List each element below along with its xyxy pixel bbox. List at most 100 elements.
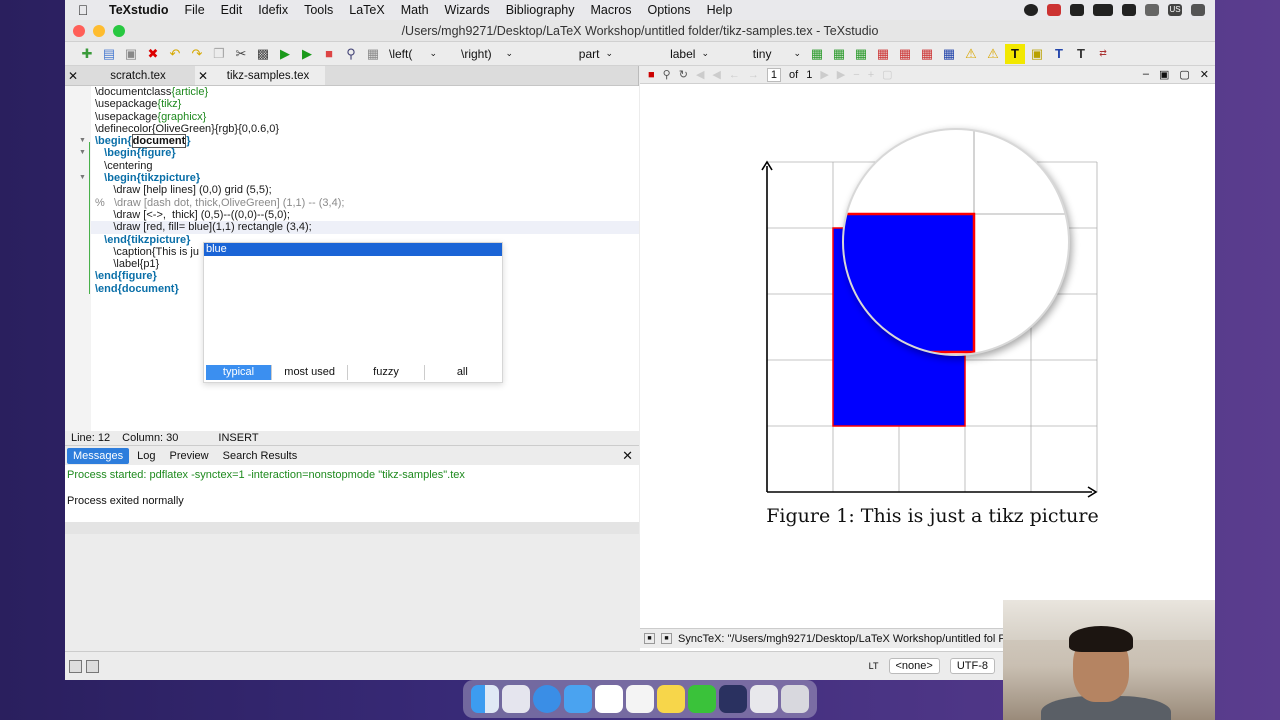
prev-page-icon[interactable]: ◀ xyxy=(712,68,720,81)
new-file-icon[interactable]: ✚ xyxy=(77,44,97,64)
autocomplete-tab-all[interactable]: all xyxy=(425,365,500,380)
open-file-icon[interactable]: ▤ xyxy=(99,44,119,64)
structure-toggle-icon[interactable] xyxy=(69,659,82,673)
documents-icon[interactable] xyxy=(750,685,779,713)
tab-log[interactable]: Log xyxy=(131,448,161,464)
menu-math[interactable]: Math xyxy=(393,3,437,17)
build-view-icon[interactable]: ▶ xyxy=(275,44,295,64)
close-file-icon[interactable]: ✖ xyxy=(143,44,163,64)
redo-icon[interactable]: ↷ xyxy=(187,44,207,64)
cut-icon[interactable]: ✂ xyxy=(231,44,251,64)
tab-search-results[interactable]: Search Results xyxy=(217,448,304,464)
menu-tools[interactable]: Tools xyxy=(296,3,341,17)
undo-icon[interactable]: ↶ xyxy=(165,44,185,64)
menu-macros[interactable]: Macros xyxy=(582,3,639,17)
back-icon[interactable]: ← xyxy=(729,69,740,81)
reminders-icon[interactable] xyxy=(625,685,654,713)
close-tab-icon[interactable]: ✕ xyxy=(65,69,81,83)
menu-edit[interactable]: Edit xyxy=(213,3,251,17)
forward-icon[interactable]: → xyxy=(748,69,759,81)
right-delimiter-dropdown[interactable]: \right) ⌄ xyxy=(457,44,517,64)
close-icon[interactable]: ✕ xyxy=(1200,68,1209,81)
mail-icon[interactable] xyxy=(563,685,592,713)
view-pdf-icon[interactable]: ⚲ xyxy=(341,44,361,64)
facetime-icon[interactable] xyxy=(688,685,717,713)
minimize-icon[interactable]: – xyxy=(1143,68,1149,81)
trash-icon[interactable] xyxy=(781,685,810,713)
tab-messages[interactable]: Messages xyxy=(67,447,130,464)
fold-marker-icon[interactable]: ▼ xyxy=(79,149,86,156)
autocomplete-tab-most-used[interactable]: most used xyxy=(272,365,349,380)
italic-icon[interactable]: T xyxy=(1049,44,1069,64)
warning-list-icon[interactable]: ⚠ xyxy=(983,44,1003,64)
fold-marker-icon[interactable]: ▼ xyxy=(79,174,86,181)
fit-icon[interactable]: ▢ xyxy=(882,68,892,81)
reference-dropdown[interactable]: label ⌄ xyxy=(625,44,713,64)
next-page-icon[interactable]: ▶ xyxy=(820,68,828,81)
comment-icon[interactable]: ▣ xyxy=(1027,44,1047,64)
typewriter-icon[interactable]: T xyxy=(1071,44,1091,64)
menu-idefix[interactable]: Idefix xyxy=(250,3,296,17)
font-size-dropdown[interactable]: tiny ⌄ xyxy=(721,44,805,64)
maximize-icon[interactable]: ▢ xyxy=(1179,68,1189,81)
refresh-icon[interactable]: ↻ xyxy=(679,68,688,81)
fold-marker-icon[interactable]: ▼ xyxy=(79,137,86,144)
messages-toggle-icon[interactable] xyxy=(86,659,99,673)
texstudio-icon[interactable] xyxy=(719,685,748,713)
apple-icon[interactable]:  xyxy=(65,2,101,18)
autocomplete-tab-fuzzy[interactable]: fuzzy xyxy=(348,365,425,380)
autocomplete-tab-typical[interactable]: typical xyxy=(206,365,272,380)
menu-wizards[interactable]: Wizards xyxy=(437,3,498,17)
section-dropdown[interactable]: part ⌄ xyxy=(541,44,617,64)
left-delimiter-dropdown[interactable]: \left(⌄ xyxy=(385,44,441,64)
align-icon[interactable]: ▦ xyxy=(917,44,937,64)
tab-tikz-samples[interactable]: ✕ tikz-samples.tex xyxy=(195,66,325,85)
table-icon[interactable]: ▦ xyxy=(807,44,827,64)
minimize-window-icon[interactable] xyxy=(93,24,105,37)
menu-bibliography[interactable]: Bibliography xyxy=(498,3,583,17)
menu-help[interactable]: Help xyxy=(699,3,741,17)
close-tab-icon[interactable]: ✕ xyxy=(195,69,211,83)
close-window-icon[interactable] xyxy=(73,24,85,37)
menu-app[interactable]: TeXstudio xyxy=(101,3,177,17)
language-tool-label[interactable]: LT xyxy=(869,661,879,671)
launchpad-icon[interactable] xyxy=(501,685,530,713)
stop-icon[interactable]: ■ xyxy=(319,44,339,64)
record-icon[interactable] xyxy=(1024,4,1038,16)
messages-scrollbar[interactable] xyxy=(65,522,639,534)
app-icon[interactable] xyxy=(1047,4,1061,16)
paste-icon[interactable]: ▩ xyxy=(253,44,273,64)
tab-preview[interactable]: Preview xyxy=(164,448,215,464)
add-column-icon[interactable]: ▦ xyxy=(851,44,871,64)
input-source-label[interactable]: US xyxy=(1168,4,1182,16)
remove-row-icon[interactable]: ▦ xyxy=(873,44,893,64)
remove-column-icon[interactable]: ▦ xyxy=(895,44,915,64)
zoom-window-icon[interactable] xyxy=(113,24,125,37)
menu-file[interactable]: File xyxy=(177,3,213,17)
lock-icon[interactable]: ■ xyxy=(644,633,655,644)
bookmark-icon[interactable]: ■ xyxy=(648,69,655,81)
more-tools-icon[interactable]: ⇄ xyxy=(1093,44,1113,64)
save-icon[interactable]: ▣ xyxy=(121,44,141,64)
add-row-icon[interactable]: ▦ xyxy=(829,44,849,64)
link-icon[interactable] xyxy=(1145,4,1159,16)
zoom-icon[interactable]: ⚲ xyxy=(663,68,671,81)
bold-icon[interactable]: T xyxy=(1005,43,1025,64)
lock-icon[interactable]: ■ xyxy=(661,633,672,644)
first-page-icon[interactable]: ◀ xyxy=(696,68,704,81)
wifi-icon[interactable] xyxy=(1191,4,1205,16)
autocomplete-selected-item[interactable]: blue xyxy=(204,243,502,256)
keyboard-icon[interactable] xyxy=(1122,4,1136,16)
display-icon[interactable] xyxy=(1070,4,1084,16)
align-columns-icon[interactable]: ▦ xyxy=(939,44,959,64)
calendar-icon[interactable] xyxy=(594,685,623,713)
close-icon[interactable]: ✕ xyxy=(622,448,633,464)
page-input[interactable]: 1 xyxy=(766,67,781,82)
copy-icon[interactable]: ❐ xyxy=(209,44,229,64)
compile-icon[interactable]: ▶ xyxy=(297,44,317,64)
code-editor[interactable]: ▼ ▼ ▼ \documentclass{article} \usepackag… xyxy=(65,86,639,431)
zoom-out-icon[interactable]: − xyxy=(853,69,859,81)
spelling-language-select[interactable]: <none> xyxy=(888,658,940,674)
menu-options[interactable]: Options xyxy=(639,3,698,17)
last-page-icon[interactable]: ▶ xyxy=(837,68,845,81)
